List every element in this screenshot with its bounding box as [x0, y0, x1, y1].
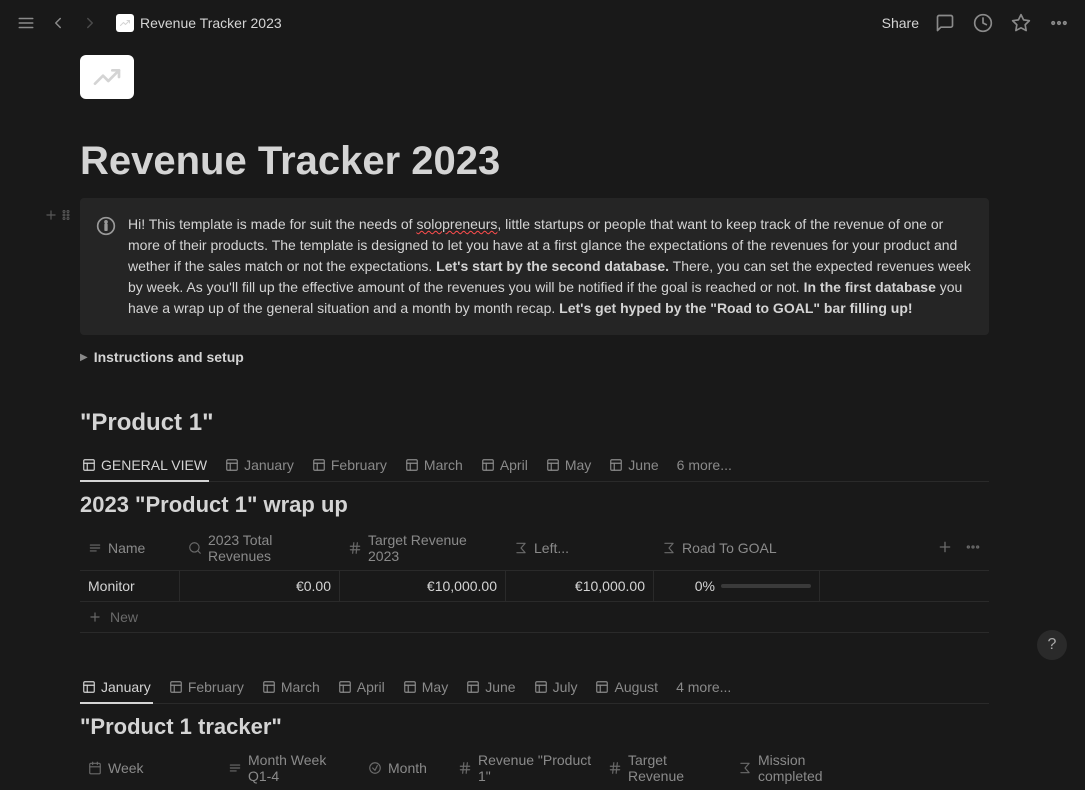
cell-target[interactable]: €10,000.00 — [340, 571, 506, 601]
table-icon — [403, 680, 417, 694]
tab-april[interactable]: April — [479, 451, 530, 481]
db1-table: Name 2023 Total Revenues Target Revenue … — [80, 526, 989, 633]
toggle-instructions[interactable]: ▶ Instructions and setup — [80, 347, 989, 367]
calendar-icon — [88, 761, 102, 775]
table-icon — [534, 680, 548, 694]
col2-mission[interactable]: Mission completed — [730, 746, 880, 790]
formula-icon — [514, 541, 528, 555]
db2-header: Week Month Week Q1-4 Month Revenue "Prod… — [80, 746, 989, 790]
number-icon — [458, 761, 472, 775]
table-icon — [82, 680, 96, 694]
col-name[interactable]: Name — [80, 534, 180, 562]
col2-target[interactable]: Target Revenue — [600, 746, 730, 790]
page-icon[interactable] — [80, 55, 134, 99]
callout-text: Hi! This template is made for suit the n… — [128, 214, 973, 319]
table-icon — [405, 458, 419, 472]
table-icon — [225, 458, 239, 472]
col-total[interactable]: 2023 Total Revenues — [180, 526, 340, 570]
table-icon — [546, 458, 560, 472]
tab-march[interactable]: March — [403, 451, 465, 481]
col-road[interactable]: Road To GOAL — [654, 534, 820, 562]
table-row[interactable]: Monitor €0.00 €10,000.00 €10,000.00 0% — [80, 571, 989, 602]
view-title-db2[interactable]: "Product 1 tracker" — [80, 714, 989, 740]
nav-back-icon[interactable] — [46, 11, 70, 35]
number-icon — [608, 761, 622, 775]
chevron-right-icon: ▶ — [80, 352, 88, 363]
nav-forward-icon[interactable] — [78, 11, 102, 35]
new-row-button[interactable]: New — [80, 602, 989, 632]
toggle-label: Instructions and setup — [94, 349, 244, 365]
db1-tabs: GENERAL VIEW January February March Apri… — [80, 451, 989, 482]
view-title-db1[interactable]: 2023 "Product 1" wrap up — [80, 492, 989, 518]
history-icon[interactable] — [971, 11, 995, 35]
table-icon — [466, 680, 480, 694]
tab-june[interactable]: June — [607, 451, 660, 481]
more-icon[interactable] — [1047, 11, 1071, 35]
col-left[interactable]: Left... — [506, 534, 654, 562]
table-more-button[interactable] — [965, 539, 981, 558]
text-icon — [88, 541, 102, 555]
tab-february[interactable]: February — [310, 451, 389, 481]
table-icon — [481, 458, 495, 472]
comments-icon[interactable] — [933, 11, 957, 35]
table-icon — [595, 680, 609, 694]
col2-month-week[interactable]: Month Week Q1-4 — [220, 746, 360, 790]
select-icon — [368, 761, 382, 775]
cell-name[interactable]: Monitor — [80, 571, 180, 601]
tab-general-view[interactable]: GENERAL VIEW — [80, 451, 209, 481]
formula-icon — [662, 541, 676, 555]
breadcrumb[interactable]: Revenue Tracker 2023 — [110, 12, 288, 34]
table-icon — [169, 680, 183, 694]
rollup-icon — [188, 541, 202, 555]
tab-may[interactable]: May — [544, 451, 593, 481]
progress-bar — [721, 584, 811, 588]
col-target[interactable]: Target Revenue 2023 — [340, 526, 506, 570]
share-button[interactable]: Share — [882, 15, 919, 31]
topbar: Revenue Tracker 2023 Share — [0, 0, 1085, 45]
cell-road[interactable]: 0% — [654, 571, 820, 601]
tab-january[interactable]: January — [223, 451, 296, 481]
col2-week[interactable]: Week — [80, 754, 220, 782]
help-button[interactable]: ? — [1037, 630, 1067, 660]
formula-icon — [738, 761, 752, 775]
cell-left[interactable]: €10,000.00 — [506, 571, 654, 601]
star-icon[interactable] — [1009, 11, 1033, 35]
number-icon — [348, 541, 362, 555]
table-icon — [338, 680, 352, 694]
cell-total[interactable]: €0.00 — [180, 571, 340, 601]
text-icon — [228, 761, 242, 775]
menu-icon[interactable] — [14, 11, 38, 35]
col2-revenue[interactable]: Revenue "Product 1" — [450, 746, 600, 790]
callout-block[interactable]: Hi! This template is made for suit the n… — [80, 198, 989, 335]
section-heading-product1[interactable]: "Product 1" — [80, 409, 989, 437]
more-tabs-db1[interactable]: 6 more... — [675, 451, 734, 481]
page-title[interactable]: Revenue Tracker 2023 — [80, 139, 989, 184]
table-icon — [609, 458, 623, 472]
add-column-button[interactable] — [937, 539, 953, 558]
table-icon — [262, 680, 276, 694]
page-icon-small — [116, 14, 134, 32]
block-actions[interactable] — [44, 208, 72, 222]
breadcrumb-text: Revenue Tracker 2023 — [140, 15, 282, 31]
table-icon — [82, 458, 96, 472]
col2-month[interactable]: Month — [360, 754, 450, 782]
info-icon — [96, 216, 116, 319]
table-icon — [312, 458, 326, 472]
